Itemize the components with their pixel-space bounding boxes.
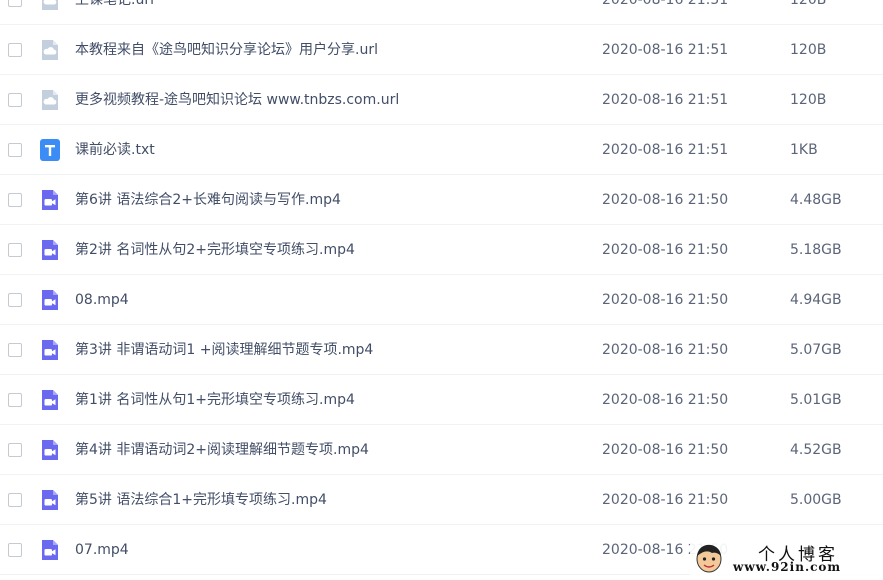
link-file-icon — [42, 0, 58, 10]
file-name[interactable]: 上课笔记.url — [75, 0, 154, 25]
file-name[interactable]: 第6讲 语法综合2+长难句阅读与写作.mp4 — [75, 175, 341, 225]
file-row[interactable]: 第3讲 非谓语动词1 +阅读理解细节题专项.mp4 2020-08-16 21:… — [0, 325, 883, 375]
row-checkbox[interactable] — [8, 0, 22, 7]
file-size: 5.01GB — [790, 392, 842, 408]
file-date: 2020-08-16 21:51 — [602, 142, 729, 158]
row-checkbox[interactable] — [8, 293, 22, 307]
file-date: 2020-08-16 21:50 — [602, 242, 729, 258]
file-size: 4.48GB — [790, 192, 842, 208]
file-date: 2020-08-16 21:51 — [602, 42, 729, 58]
video-file-icon — [42, 190, 58, 210]
file-size: 4.94GB — [790, 292, 842, 308]
file-name[interactable]: 更多视频教程-途鸟吧知识论坛 www.tnbzs.com.url — [75, 75, 399, 125]
file-date: 2020-08-16 21:51 — [602, 0, 729, 8]
file-name[interactable]: 第3讲 非谓语动词1 +阅读理解细节题专项.mp4 — [75, 325, 373, 375]
file-size: 120B — [790, 0, 827, 8]
video-file-icon — [42, 240, 58, 260]
file-size: 120B — [790, 42, 827, 58]
file-date: 2020-08-16 21:50 — [602, 292, 729, 308]
file-name[interactable]: 第1讲 名词性从句1+完形填空专项练习.mp4 — [75, 375, 355, 425]
file-row[interactable]: 第4讲 非谓语动词2+阅读理解细节题专项.mp4 2020-08-16 21:5… — [0, 425, 883, 475]
file-list: 上课笔记.url 2020-08-16 21:51 120B 本教程来自《途鸟吧… — [0, 0, 883, 575]
watermark-url: www.92in.com — [733, 560, 842, 574]
file-row[interactable]: 第1讲 名词性从句1+完形填空专项练习.mp4 2020-08-16 21:50… — [0, 375, 883, 425]
file-date: 2020-08-16 21:50 — [602, 342, 729, 358]
cartoon-face-icon — [696, 544, 722, 573]
row-checkbox[interactable] — [8, 143, 22, 157]
video-file-icon — [42, 490, 58, 510]
video-file-icon — [42, 340, 58, 360]
row-checkbox[interactable] — [8, 393, 22, 407]
file-row[interactable]: 第2讲 名词性从句2+完形填空专项练习.mp4 2020-08-16 21:50… — [0, 225, 883, 275]
row-checkbox[interactable] — [8, 493, 22, 507]
file-name[interactable]: 08.mp4 — [75, 275, 129, 325]
file-size: 4.52GB — [790, 442, 842, 458]
file-size: 5.07GB — [790, 342, 842, 358]
blog-watermark: 个人博客 www.92in.com — [690, 538, 883, 580]
row-checkbox[interactable] — [8, 243, 22, 257]
file-name[interactable]: 课前必读.txt — [75, 125, 155, 175]
file-size: 5.18GB — [790, 242, 842, 258]
file-row[interactable]: 第6讲 语法综合2+长难句阅读与写作.mp4 2020-08-16 21:50 … — [0, 175, 883, 225]
video-file-icon — [42, 290, 58, 310]
row-checkbox[interactable] — [8, 93, 22, 107]
file-name[interactable]: 第2讲 名词性从句2+完形填空专项练习.mp4 — [75, 225, 355, 275]
row-checkbox[interactable] — [8, 43, 22, 57]
file-name[interactable]: 07.mp4 — [75, 525, 129, 575]
file-size: 1KB — [790, 142, 818, 158]
file-date: 2020-08-16 21:50 — [602, 442, 729, 458]
file-row[interactable]: 课前必读.txt 2020-08-16 21:51 1KB — [0, 125, 883, 175]
row-checkbox[interactable] — [8, 193, 22, 207]
text-file-icon — [40, 139, 60, 161]
file-date: 2020-08-16 21:51 — [602, 92, 729, 108]
file-row[interactable]: 上课笔记.url 2020-08-16 21:51 120B — [0, 0, 883, 25]
file-name[interactable]: 第5讲 语法综合1+完形填专项练习.mp4 — [75, 475, 327, 525]
file-date: 2020-08-16 21:50 — [602, 492, 729, 508]
row-checkbox[interactable] — [8, 343, 22, 357]
link-file-icon — [42, 90, 58, 110]
link-file-icon — [42, 40, 58, 60]
row-checkbox[interactable] — [8, 543, 22, 557]
video-file-icon — [42, 440, 58, 460]
file-size: 120B — [790, 92, 827, 108]
file-name[interactable]: 第4讲 非谓语动词2+阅读理解细节题专项.mp4 — [75, 425, 369, 475]
video-file-icon — [42, 390, 58, 410]
video-file-icon — [42, 540, 58, 560]
file-row[interactable]: 第5讲 语法综合1+完形填专项练习.mp4 2020-08-16 21:50 5… — [0, 475, 883, 525]
file-row[interactable]: 更多视频教程-途鸟吧知识论坛 www.tnbzs.com.url 2020-08… — [0, 75, 883, 125]
file-size: 5.00GB — [790, 492, 842, 508]
file-name[interactable]: 本教程来自《途鸟吧知识分享论坛》用户分享.url — [75, 25, 378, 75]
file-date: 2020-08-16 21:50 — [602, 192, 729, 208]
file-row[interactable]: 本教程来自《途鸟吧知识分享论坛》用户分享.url 2020-08-16 21:5… — [0, 25, 883, 75]
row-checkbox[interactable] — [8, 443, 22, 457]
file-row[interactable]: 08.mp4 2020-08-16 21:50 4.94GB — [0, 275, 883, 325]
file-date: 2020-08-16 21:50 — [602, 392, 729, 408]
